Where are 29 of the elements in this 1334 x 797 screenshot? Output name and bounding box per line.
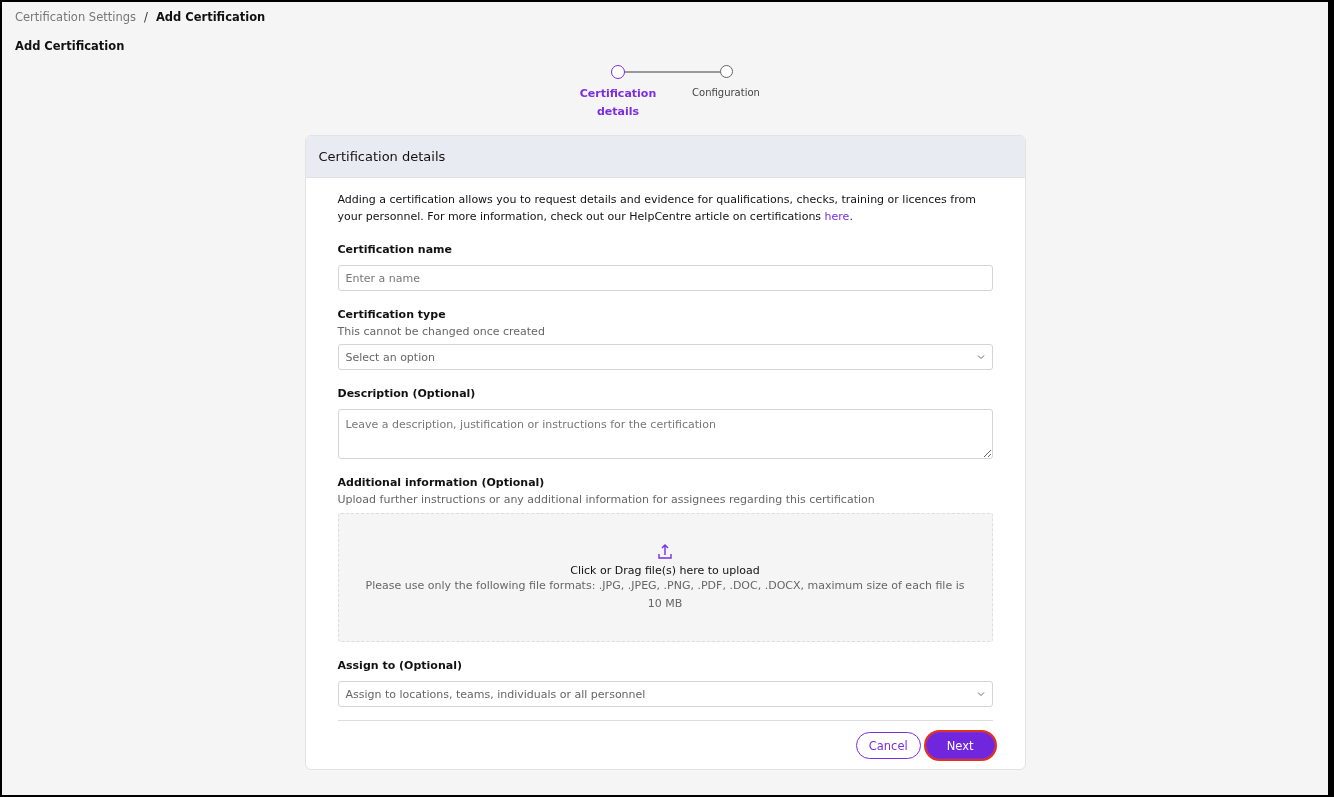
field-label: Additional information (Optional): [337, 476, 546, 489]
page-title: Add Certification: [15, 39, 126, 53]
breadcrumb-separator: /: [144, 10, 148, 24]
intro-text: Adding a certification allows you to request details and evidence for qualifications, checks, training or licences from your personnel. For more information, check out our HelpCentre article on certifications here.: [337, 192, 977, 225]
breadcrumb-item[interactable]: Certification Settings: [15, 10, 136, 24]
breadcrumb-item: Add Certification: [155, 10, 266, 24]
chevron-down-icon: [976, 354, 985, 360]
text-field[interactable]: Enter a name: [337, 265, 993, 291]
cancel-button[interactable]: Cancel: [855, 732, 921, 759]
field-hint: Upload further instructions or any additional information for assignees regarding this certification: [337, 493, 876, 506]
upload-title: Click or Drag file(s) here to upload: [570, 564, 760, 577]
field-hint: This cannot be changed once created: [337, 325, 546, 338]
upload-note: Please use only the following file formats: .JPG, .JPEG, .PNG, .PDF, .DOC, .DOCX, maximum size of each file is 10 MB: [365, 578, 965, 612]
field-label: Assign to (Optional): [337, 659, 463, 672]
dropdown-placeholder: Assign to locations, teams, individuals or all personnel: [345, 687, 646, 701]
field-label: Certification type: [337, 308, 447, 321]
step-label: Configuration: [691, 86, 761, 100]
step-label: Certification details: [578, 86, 658, 120]
field-label: Description (Optional): [337, 387, 477, 400]
card-header: Certification details: [305, 136, 1025, 178]
chevron-down-icon: [976, 691, 985, 697]
dropdown-field[interactable]: Assign to locations, teams, individuals or all personnel: [337, 681, 993, 707]
upload-dropzone[interactable]: Click or Drag file(s) here to upload Please use only the following file formats: .JPG, .JPEG, .PNG, .PDF, .DOC, .DOCX, maximum size of each file is 10 MB: [337, 513, 993, 642]
next-button[interactable]: Next: [925, 732, 995, 759]
dropdown-placeholder: Select an option: [345, 350, 435, 364]
upload-icon: [657, 542, 673, 560]
field-label: Certification name: [337, 243, 453, 256]
dropdown-field[interactable]: Select an option: [337, 344, 993, 370]
textarea-field[interactable]: Leave a description, justification or instructions for the certification: [337, 409, 993, 459]
